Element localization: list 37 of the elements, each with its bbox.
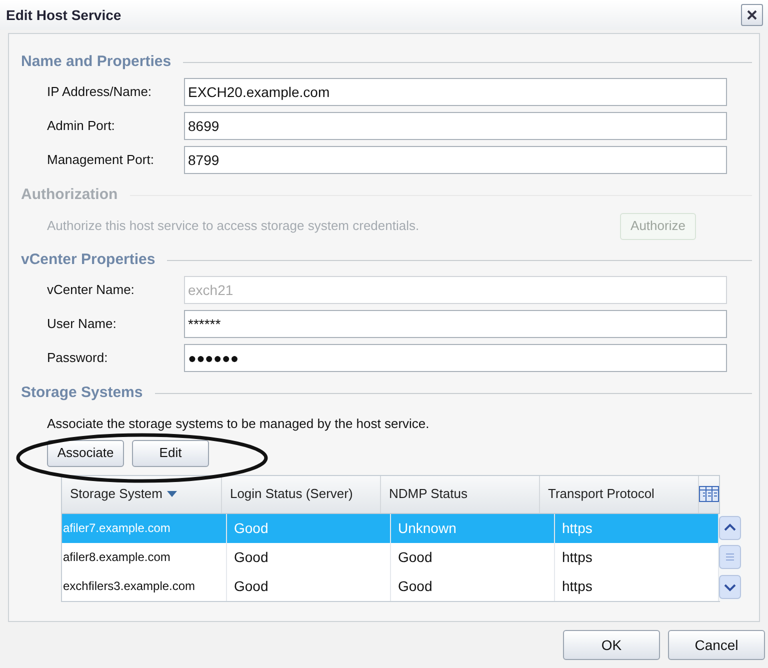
- field-label: Management Port:: [47, 151, 155, 170]
- text-field[interactable]: 8799: [184, 146, 727, 174]
- button[interactable]: Cancel: [668, 630, 765, 660]
- field-label: vCenter Name:: [47, 281, 136, 300]
- button[interactable]: Edit: [132, 440, 209, 466]
- table-row[interactable]: afiler8.example.com Good Good https: [62, 542, 719, 572]
- columns-icon[interactable]: [699, 486, 720, 502]
- field-label: User Name:: [47, 315, 118, 334]
- close-button[interactable]: [741, 4, 763, 26]
- text-field[interactable]: ●●●●●●: [184, 344, 727, 372]
- column-header[interactable]: Storage System: [62, 476, 222, 512]
- column-header[interactable]: NDMP Status: [380, 476, 540, 512]
- section-title: Storage Systems: [21, 382, 143, 403]
- column-header[interactable]: Login Status (Server): [222, 476, 381, 512]
- section-title: Name and Properties: [21, 52, 172, 72]
- scroll-down-icon[interactable]: [719, 574, 741, 598]
- close-icon: [747, 10, 757, 20]
- scrollbar[interactable]: [719, 514, 741, 600]
- text-field[interactable]: EXCH20.example.com: [184, 78, 727, 106]
- button[interactable]: Associate: [47, 440, 124, 466]
- window-title: Edit Host Service: [6, 6, 122, 24]
- scroll-thumb-icon[interactable]: [719, 545, 741, 569]
- section-description: Authorize this host service to access storage system credentials.: [47, 217, 420, 236]
- table-cell: Good: [391, 572, 555, 600]
- field-label: Password:: [47, 349, 109, 368]
- text-field[interactable]: ******: [184, 310, 727, 338]
- field-label: IP Address/Name:: [47, 83, 153, 102]
- section-title: vCenter Properties: [21, 250, 156, 270]
- field-label: Admin Port:: [47, 117, 116, 136]
- section-description: Associate the storage systems to be managed by the host service.: [46, 415, 430, 433]
- table-cell: Good: [227, 572, 391, 600]
- text-field[interactable]: 8699: [184, 112, 727, 140]
- table-cell: exchfilers3.example.com: [62, 572, 227, 600]
- button[interactable]: OK: [563, 630, 660, 660]
- scroll-up-icon[interactable]: [719, 516, 741, 540]
- table-row[interactable]: exchfilers3.example.com Good Good https: [62, 572, 719, 600]
- section-title: Authorization: [21, 184, 118, 205]
